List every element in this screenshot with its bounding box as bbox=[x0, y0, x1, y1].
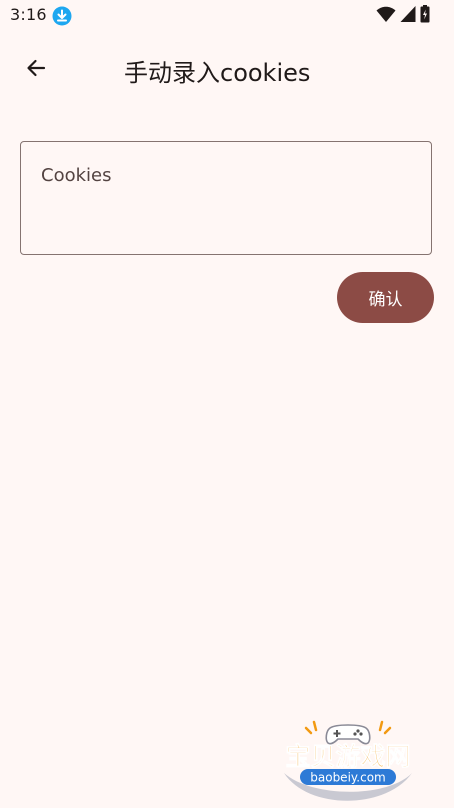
arrow-left-icon bbox=[24, 56, 48, 84]
page-title: 手动录入cookies bbox=[124, 59, 311, 87]
back-button[interactable] bbox=[12, 46, 60, 94]
battery-charging-icon bbox=[420, 5, 430, 27]
download-icon bbox=[52, 6, 72, 26]
status-bar: 3:16 bbox=[0, 0, 454, 32]
watermark-logo: 宝贝游戏网 baobeiy.com bbox=[278, 718, 418, 804]
signal-icon bbox=[400, 5, 416, 27]
confirm-button[interactable]: 确认 bbox=[337, 272, 434, 323]
status-time: 3:16 bbox=[10, 5, 47, 24]
wifi-icon bbox=[376, 5, 396, 27]
top-app-bar: 手动录入cookies bbox=[0, 40, 454, 100]
cookies-placeholder: Cookies bbox=[41, 165, 112, 186]
watermark-url: baobeiy.com bbox=[310, 771, 385, 785]
watermark-title: 宝贝游戏网 bbox=[285, 742, 410, 771]
status-icons bbox=[376, 5, 430, 27]
cookies-field[interactable]: Cookies bbox=[20, 141, 432, 255]
